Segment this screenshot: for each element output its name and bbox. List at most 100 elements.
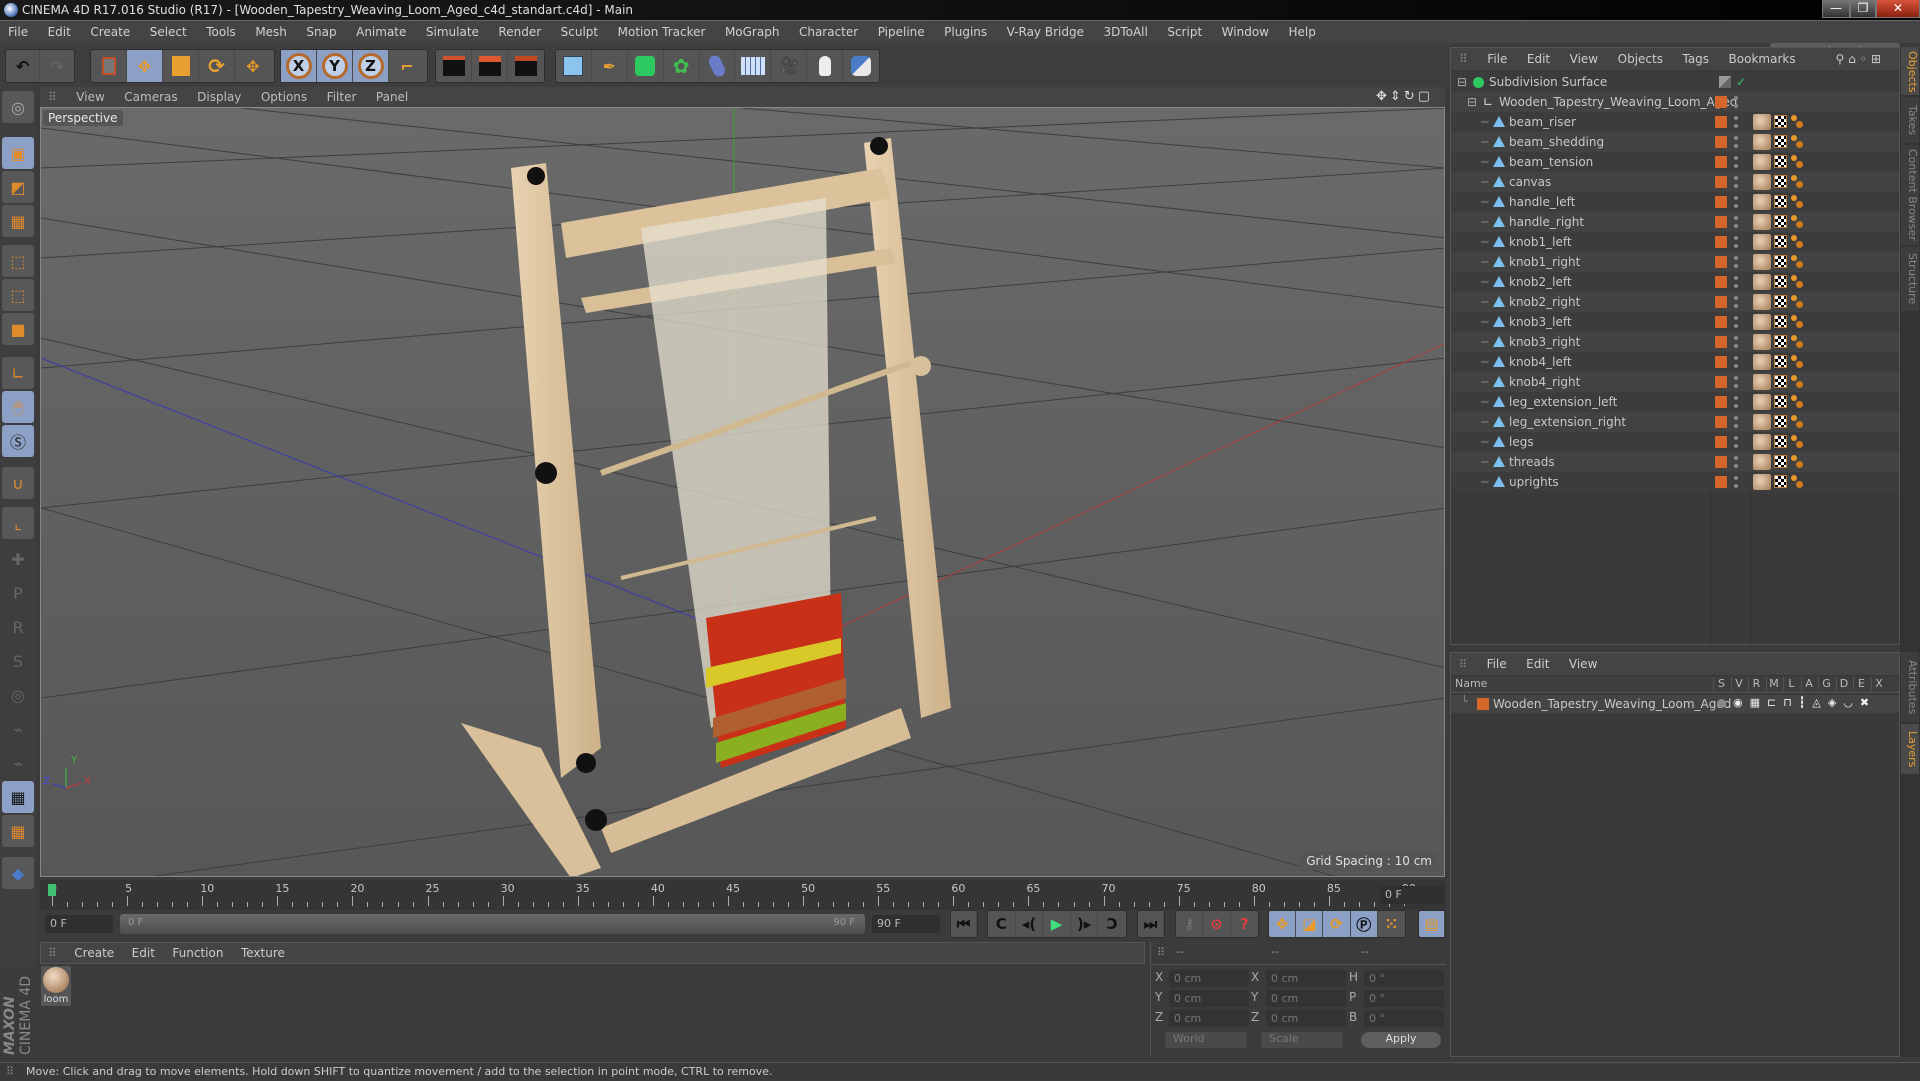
menu-character[interactable]: Character	[791, 21, 866, 43]
object-row[interactable]: ─ uprights	[1451, 472, 1899, 492]
layer-color-swatch[interactable]	[1715, 96, 1727, 108]
rotation-b-field[interactable]: 0 °	[1364, 1010, 1444, 1027]
phong-tag-icon[interactable]	[1791, 335, 1803, 349]
material-tag-icon[interactable]	[1753, 114, 1771, 130]
layer-color-swatch[interactable]	[1715, 296, 1727, 308]
undo-button[interactable]: ↶	[6, 50, 41, 82]
workplane-rotate-button[interactable]: ▦	[2, 815, 34, 847]
polygons-mode-button[interactable]: ■	[2, 313, 34, 345]
add-cloner-button[interactable]: ✿	[664, 50, 700, 82]
uvw-tag-icon[interactable]	[1774, 175, 1787, 188]
restore-button[interactable]: ❐	[1850, 0, 1876, 18]
phong-tag-icon[interactable]	[1791, 195, 1803, 209]
playhead-marker[interactable]	[48, 884, 56, 896]
menu-file[interactable]: File	[0, 21, 36, 43]
material-tag-icon[interactable]	[1753, 174, 1771, 190]
coordinate-system-button[interactable]: ⌐	[389, 50, 425, 82]
layer-color-swatch[interactable]	[1715, 116, 1727, 128]
rotation-p-field[interactable]: 0 °	[1364, 990, 1444, 1007]
uvw-tag-icon[interactable]	[1774, 315, 1787, 328]
menu-create[interactable]: Create	[82, 21, 138, 43]
layer-color-swatch[interactable]	[1477, 698, 1489, 710]
uvw-tag-icon[interactable]	[1774, 195, 1787, 208]
uvw-tag-icon[interactable]	[1774, 395, 1787, 408]
object-menu-tags[interactable]: Tags	[1674, 48, 1717, 70]
phong-tag-icon[interactable]	[1791, 455, 1803, 469]
locked-tool-param[interactable]: ⌁	[2, 713, 34, 745]
uvw-tag-icon[interactable]	[1774, 275, 1787, 288]
enabled-check-icon[interactable]: ✓	[1736, 72, 1746, 92]
tab-objects[interactable]: Objects	[1901, 47, 1919, 95]
material-tag-icon[interactable]	[1753, 454, 1771, 470]
layer-flag-header[interactable]: V	[1730, 677, 1747, 690]
object-row[interactable]: ─ knob3_right	[1451, 332, 1899, 352]
material-tag-icon[interactable]	[1753, 354, 1771, 370]
close-button[interactable]: ✕	[1876, 0, 1920, 18]
collapse-icon[interactable]: ⊟	[1467, 92, 1477, 112]
uvw-tag-icon[interactable]	[1774, 155, 1787, 168]
material-tag-icon[interactable]	[1753, 134, 1771, 150]
uvw-tag-icon[interactable]	[1774, 215, 1787, 228]
preview-range-slider[interactable]: 0 F 90 F	[120, 914, 865, 934]
locked-tool-p[interactable]: P	[2, 577, 34, 609]
uvw-tag-icon[interactable]	[1774, 255, 1787, 268]
phong-tag-icon[interactable]	[1791, 395, 1803, 409]
edges-mode-button[interactable]: ⬚	[2, 279, 34, 311]
prev-frame-button[interactable]: ◂(	[1016, 911, 1044, 937]
end-frame-field[interactable]: 90 F	[872, 915, 940, 933]
material-tag-icon[interactable]	[1753, 434, 1771, 450]
menu-help[interactable]: Help	[1280, 21, 1323, 43]
material-menu-edit[interactable]: Edit	[125, 943, 162, 963]
object-row[interactable]: ─ threads	[1451, 452, 1899, 472]
phong-tag-icon[interactable]	[1791, 375, 1803, 389]
layer-flag-header[interactable]: E	[1853, 677, 1869, 690]
viewport-nav-icons[interactable]: ✥⇕↻▢	[1368, 87, 1441, 107]
menu-plugins[interactable]: Plugins	[936, 21, 995, 43]
workplane-button[interactable]: ⌞	[2, 507, 34, 539]
layer-menu-edit[interactable]: Edit	[1518, 653, 1557, 675]
phong-tag-icon[interactable]	[1791, 155, 1803, 169]
viewport-menu-display[interactable]: Display	[189, 87, 249, 107]
menu-motion-tracker[interactable]: Motion Tracker	[610, 21, 714, 43]
layer-menu-file[interactable]: File	[1479, 653, 1515, 675]
minimize-button[interactable]: —	[1822, 0, 1850, 18]
phong-tag-icon[interactable]	[1791, 115, 1803, 129]
object-row[interactable]: ─ knob2_right	[1451, 292, 1899, 312]
material-tag-icon[interactable]	[1753, 334, 1771, 350]
layer-color-swatch[interactable]	[1715, 216, 1727, 228]
points-mode-button[interactable]: ⬚	[2, 245, 34, 277]
uvw-tag-icon[interactable]	[1774, 135, 1787, 148]
prev-key-button[interactable]: C	[988, 911, 1016, 937]
layer-color-swatch[interactable]	[1715, 196, 1727, 208]
locked-tool-target[interactable]: ◎	[2, 679, 34, 711]
uvw-tag-icon[interactable]	[1774, 455, 1787, 468]
object-row[interactable]: ─ beam_riser	[1451, 112, 1899, 132]
material-tag-icon[interactable]	[1753, 214, 1771, 230]
layer-color-swatch[interactable]	[1715, 416, 1727, 428]
menu-edit[interactable]: Edit	[40, 21, 79, 43]
layer-color-swatch[interactable]	[1715, 276, 1727, 288]
menu-sculpt[interactable]: Sculpt	[553, 21, 606, 43]
use-model-mode-button[interactable]: ◎	[2, 91, 34, 123]
render-view-button[interactable]	[436, 50, 472, 82]
menu-tools[interactable]: Tools	[198, 21, 244, 43]
coordinate-type-select[interactable]: Scale	[1261, 1032, 1343, 1048]
tab-takes[interactable]: Takes	[1901, 97, 1919, 143]
object-row-subdivision-surface[interactable]: ⊟ Subdivision Surface ✓	[1451, 72, 1899, 92]
rotate-tool-button[interactable]: ⟳	[199, 50, 235, 82]
phong-tag-icon[interactable]	[1791, 215, 1803, 229]
phong-tag-icon[interactable]	[1791, 435, 1803, 449]
object-row[interactable]: ─ handle_left	[1451, 192, 1899, 212]
move-tool-button[interactable]: ✥	[127, 50, 163, 82]
phong-tag-icon[interactable]	[1791, 295, 1803, 309]
object-row[interactable]: ─ knob4_right	[1451, 372, 1899, 392]
material-tag-icon[interactable]	[1753, 394, 1771, 410]
scale-tool-button[interactable]	[163, 50, 199, 82]
collapse-icon[interactable]: ⊟	[1457, 72, 1467, 92]
redo-button[interactable]: ↷	[40, 50, 74, 82]
add-camera-button[interactable]: 🎥	[771, 50, 808, 82]
layer-flag-header[interactable]: M	[1765, 677, 1782, 690]
keyframe-selection-button[interactable]: ?	[1231, 911, 1258, 937]
tab-structure[interactable]: Structure	[1901, 247, 1919, 311]
material-menu-create[interactable]: Create	[67, 943, 121, 963]
